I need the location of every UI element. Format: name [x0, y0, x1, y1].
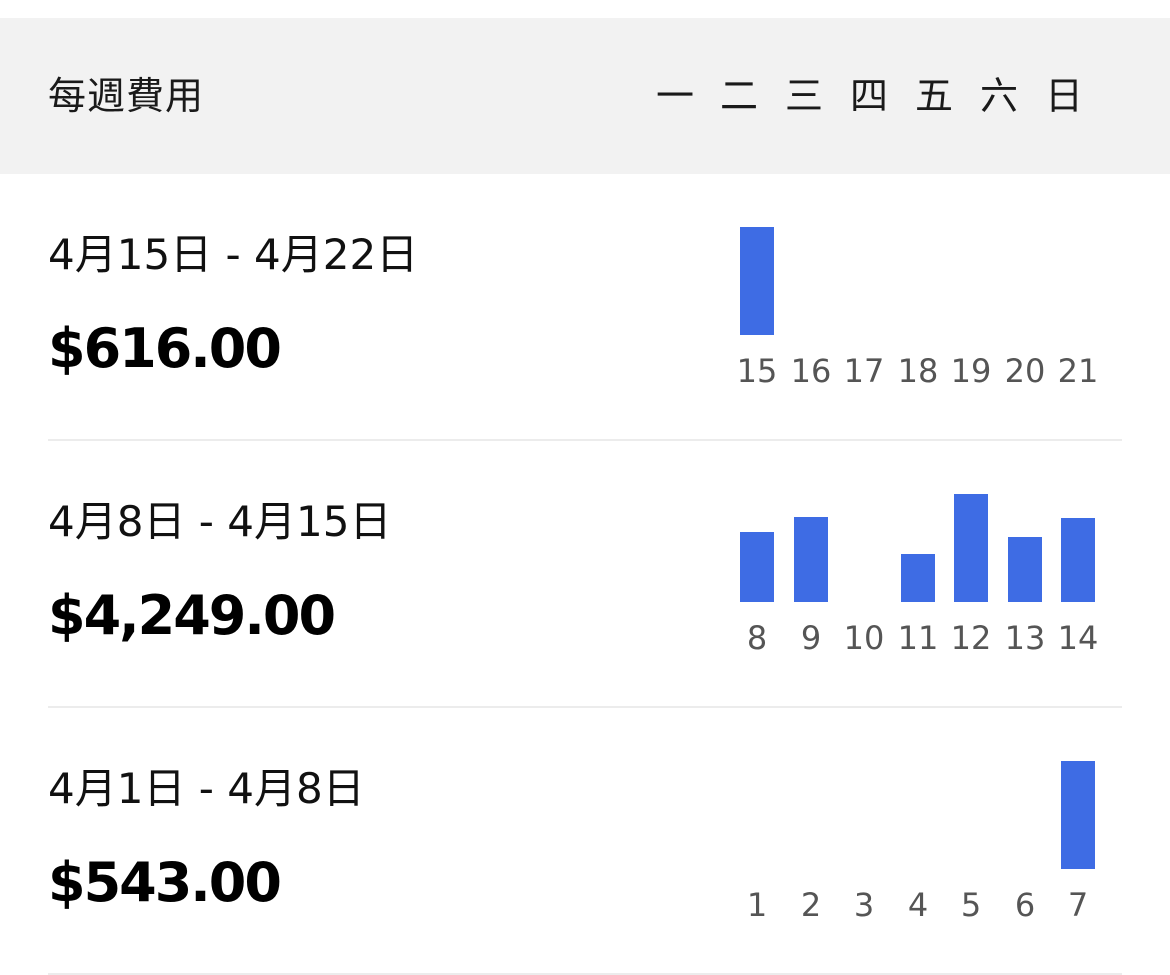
weekday-label: 日	[1044, 74, 1083, 118]
week-total-amount: $616.00	[48, 317, 282, 380]
day-label: 21	[1057, 352, 1099, 390]
day-label: 8	[746, 619, 768, 657]
header-title: 每週費用	[48, 74, 205, 118]
day-label: 20	[1004, 352, 1046, 390]
day-label: 7	[1067, 886, 1089, 924]
week-row[interactable]: 4月15日 - 4月22日 $616.00 15 16 17 18 19 20 …	[0, 174, 1170, 441]
day-label: 11	[897, 619, 939, 657]
day-label: 14	[1057, 619, 1099, 657]
day-label: 10	[843, 619, 885, 657]
week-row[interactable]: 4月8日 - 4月15日 $4,249.00 8 9 10 11 12 13 1…	[0, 441, 1170, 708]
weekday-label: 三	[784, 74, 823, 118]
day-label: 6	[1014, 886, 1036, 924]
day-bar	[901, 554, 935, 602]
week-date-range: 4月1日 - 4月8日	[48, 764, 365, 813]
weekly-cost-header: 每週費用 一 二 三 四 五 六 日	[0, 18, 1170, 174]
day-label: 3	[853, 886, 875, 924]
day-label: 9	[800, 619, 822, 657]
weekday-label: 四	[849, 74, 888, 118]
day-label: 16	[790, 352, 832, 390]
weekday-label: 一	[655, 74, 694, 118]
day-label: 4	[907, 886, 929, 924]
day-label: 13	[1004, 619, 1046, 657]
weekday-label: 六	[979, 74, 1018, 118]
week-date-range: 4月15日 - 4月22日	[48, 230, 419, 279]
week-date-range: 4月8日 - 4月15日	[48, 497, 392, 546]
top-strip	[0, 0, 1170, 18]
week-row[interactable]: 4月1日 - 4月8日 $543.00 1 2 3 4 5 6 7	[0, 708, 1170, 975]
weekday-label: 五	[914, 74, 953, 118]
day-label: 5	[960, 886, 982, 924]
day-label: 1	[746, 886, 768, 924]
day-label: 2	[800, 886, 822, 924]
day-bar	[740, 227, 774, 335]
day-label: 19	[950, 352, 992, 390]
week-total-amount: $4,249.00	[48, 584, 336, 647]
day-label: 12	[950, 619, 992, 657]
week-total-amount: $543.00	[48, 851, 282, 914]
day-bar	[1008, 537, 1042, 602]
day-bar	[794, 517, 828, 602]
weekday-label: 二	[719, 74, 758, 118]
day-bar	[740, 532, 774, 602]
day-bar	[1061, 761, 1095, 869]
day-label: 17	[843, 352, 885, 390]
day-label: 15	[736, 352, 778, 390]
day-label: 18	[897, 352, 939, 390]
day-bar	[954, 494, 988, 602]
day-bar	[1061, 518, 1095, 602]
